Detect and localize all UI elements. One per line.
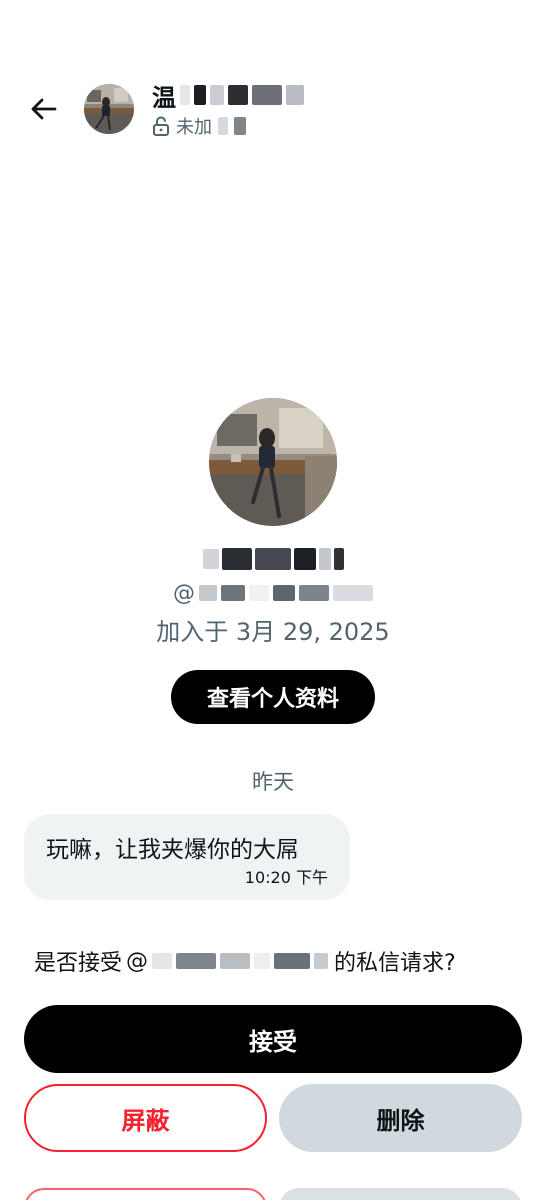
- header-status-text: 未加: [176, 117, 212, 138]
- message-request-prompt: 是否接受 @ 的私信请求?: [34, 944, 456, 978]
- message-timestamp: 10:20 下午: [244, 868, 328, 887]
- redacted-handle-block: [176, 953, 217, 969]
- redacted-handle-block: [273, 585, 295, 601]
- redacted-status-block: [234, 117, 246, 135]
- redacted-handle-block: [299, 585, 329, 601]
- conversation-header: 温 未加: [0, 78, 546, 142]
- header-name-visible-char: 温: [152, 83, 176, 112]
- handle-at-sign: @: [126, 948, 149, 974]
- header-display-name: 温: [152, 80, 304, 112]
- delete-button[interactable]: 删除: [279, 1084, 522, 1152]
- redacted-handle-block: [274, 953, 311, 969]
- received-message-bubble[interactable]: 玩嘛，让我夹爆你的大屌 10:20 下午: [24, 814, 350, 900]
- redacted-name-block: [228, 85, 248, 105]
- redacted-name-block: [202, 549, 219, 569]
- redacted-handle-block: [221, 585, 245, 601]
- redacted-handle-block: [314, 953, 329, 969]
- redacted-name-block: [318, 548, 331, 570]
- date-divider: 昨天: [252, 770, 294, 794]
- accept-button[interactable]: 接受: [24, 1005, 522, 1073]
- redacted-handle-block: [254, 953, 271, 969]
- redacted-handle-block: [220, 953, 251, 969]
- redacted-handle-block: [152, 953, 173, 969]
- duplicate-delete-button-edge: [279, 1188, 522, 1200]
- duplicate-block-button-edge: [24, 1188, 267, 1200]
- redacted-name-block: [194, 85, 206, 105]
- header-avatar[interactable]: [84, 84, 134, 134]
- redacted-name-block: [210, 85, 224, 105]
- redacted-handle-block: [249, 585, 269, 601]
- unlock-icon: [153, 116, 169, 136]
- redacted-name-block: [286, 85, 304, 105]
- prompt-prefix: 是否接受: [34, 951, 123, 976]
- block-button[interactable]: 屏蔽: [24, 1084, 267, 1152]
- dm-request-screen: 温 未加 @ 加入于 3月 29, 2025 查看个人资料 昨天 玩嘛，让我夹爆…: [0, 0, 546, 1200]
- header-subtitle: 未加: [152, 114, 246, 138]
- prompt-handle-redacted: @: [126, 948, 329, 974]
- profile-avatar[interactable]: [209, 398, 337, 526]
- redacted-handle-block: [199, 585, 217, 601]
- profile-handle: @: [0, 578, 546, 608]
- redacted-name-block: [333, 548, 344, 570]
- redacted-status-block: [218, 117, 228, 135]
- redacted-name-block: [180, 85, 190, 105]
- redacted-name-block: [254, 548, 291, 570]
- prompt-suffix: 的私信请求?: [334, 951, 456, 976]
- profile-display-name-redacted: [0, 542, 546, 576]
- avatar-image: [84, 84, 134, 134]
- redacted-name-block: [293, 548, 316, 570]
- message-text: 玩嘛，让我夹爆你的大屌: [46, 837, 299, 863]
- arrow-left-icon: [31, 98, 57, 120]
- back-button[interactable]: [26, 92, 60, 126]
- profile-joined-date: 加入于 3月 29, 2025: [156, 618, 390, 646]
- redacted-name-block: [252, 85, 282, 105]
- avatar-image: [209, 398, 337, 526]
- redacted-name-block: [221, 548, 252, 570]
- handle-at-sign: @: [173, 580, 195, 606]
- view-profile-button[interactable]: 查看个人资料: [171, 670, 375, 724]
- redacted-handle-block: [333, 585, 373, 601]
